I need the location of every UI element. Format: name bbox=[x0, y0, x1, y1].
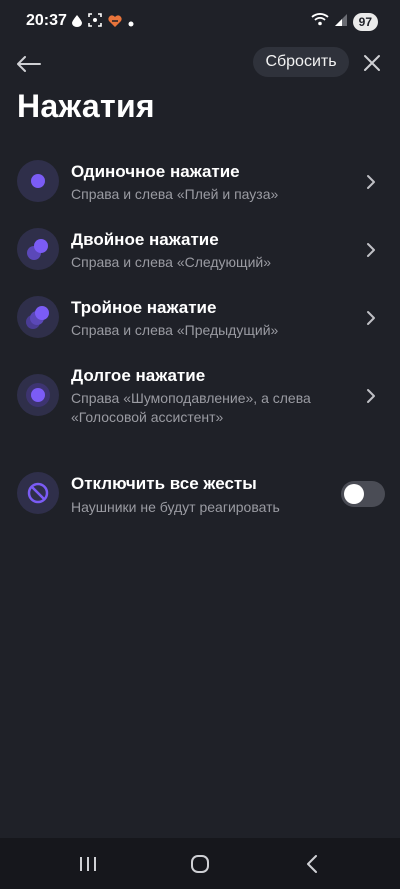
top-bar: Сбросить bbox=[0, 42, 400, 86]
page-title: Нажатия bbox=[17, 88, 155, 124]
item-subtitle: Справа и слева «Плей и пауза» bbox=[71, 186, 279, 202]
item-title: Одиночное нажатие bbox=[71, 162, 240, 181]
chevron-right-icon bbox=[367, 311, 375, 325]
disable-icon bbox=[17, 472, 59, 514]
item-subtitle: Справа и слева «Следующий» bbox=[71, 254, 271, 270]
back-nav-button[interactable] bbox=[298, 852, 326, 876]
double-tap-icon bbox=[17, 228, 59, 270]
recent-apps-icon bbox=[80, 857, 96, 871]
single-tap-icon bbox=[17, 160, 59, 202]
list-item-long-press[interactable]: Долгое нажатие Справа «Шумоподавление», … bbox=[0, 354, 400, 436]
wifi-icon bbox=[311, 12, 329, 31]
list-item-disable-gestures: Отключить все жесты Наушники не будут ре… bbox=[0, 462, 400, 524]
list-item-double-tap[interactable]: Двойное нажатие Справа и слева «Следующи… bbox=[0, 218, 400, 280]
system-nav-bar bbox=[0, 838, 400, 889]
toggle-knob bbox=[344, 484, 364, 504]
back-nav-icon bbox=[307, 855, 317, 873]
item-title: Двойное нажатие bbox=[71, 230, 219, 249]
chevron-right-icon bbox=[367, 243, 375, 257]
triple-tap-icon bbox=[17, 296, 59, 338]
item-subtitle: Справа «Шумоподавление», а слева «Голосо… bbox=[71, 390, 311, 425]
close-button[interactable] bbox=[358, 49, 386, 77]
item-title: Отключить все жесты bbox=[71, 474, 257, 493]
item-title: Тройное нажатие bbox=[71, 298, 217, 317]
long-press-icon bbox=[17, 374, 59, 416]
recent-apps-button[interactable] bbox=[74, 852, 102, 876]
back-button[interactable] bbox=[14, 50, 44, 78]
list-item-single-tap[interactable]: Одиночное нажатие Справа и слева «Плей и… bbox=[0, 150, 400, 212]
item-title: Долгое нажатие bbox=[71, 366, 206, 385]
screenshot-icon bbox=[88, 13, 102, 32]
signal-icon bbox=[334, 13, 347, 31]
status-bar: 20:37 97 bbox=[0, 0, 400, 42]
list-item-triple-tap[interactable]: Тройное нажатие Справа и слева «Предыдущ… bbox=[0, 286, 400, 348]
battery-badge: 97 bbox=[352, 12, 378, 31]
item-subtitle: Наушники не будут реагировать bbox=[71, 499, 280, 515]
disable-gestures-toggle[interactable] bbox=[341, 481, 385, 507]
status-time: 20:37 bbox=[26, 12, 67, 29]
close-icon bbox=[364, 55, 380, 71]
chevron-right-icon bbox=[367, 389, 375, 403]
item-subtitle: Справа и слева «Предыдущий» bbox=[71, 322, 279, 338]
home-button[interactable] bbox=[186, 852, 214, 876]
status-notification-icons bbox=[72, 13, 134, 32]
home-icon bbox=[191, 855, 209, 873]
notification-drop-icon bbox=[72, 14, 82, 32]
heart-app-icon bbox=[108, 14, 122, 32]
dot-icon bbox=[128, 14, 134, 32]
reset-button[interactable]: Сбросить bbox=[253, 47, 349, 77]
chevron-right-icon bbox=[367, 175, 375, 189]
arrow-left-icon bbox=[17, 56, 41, 72]
status-system-icons: 97 bbox=[311, 12, 378, 31]
